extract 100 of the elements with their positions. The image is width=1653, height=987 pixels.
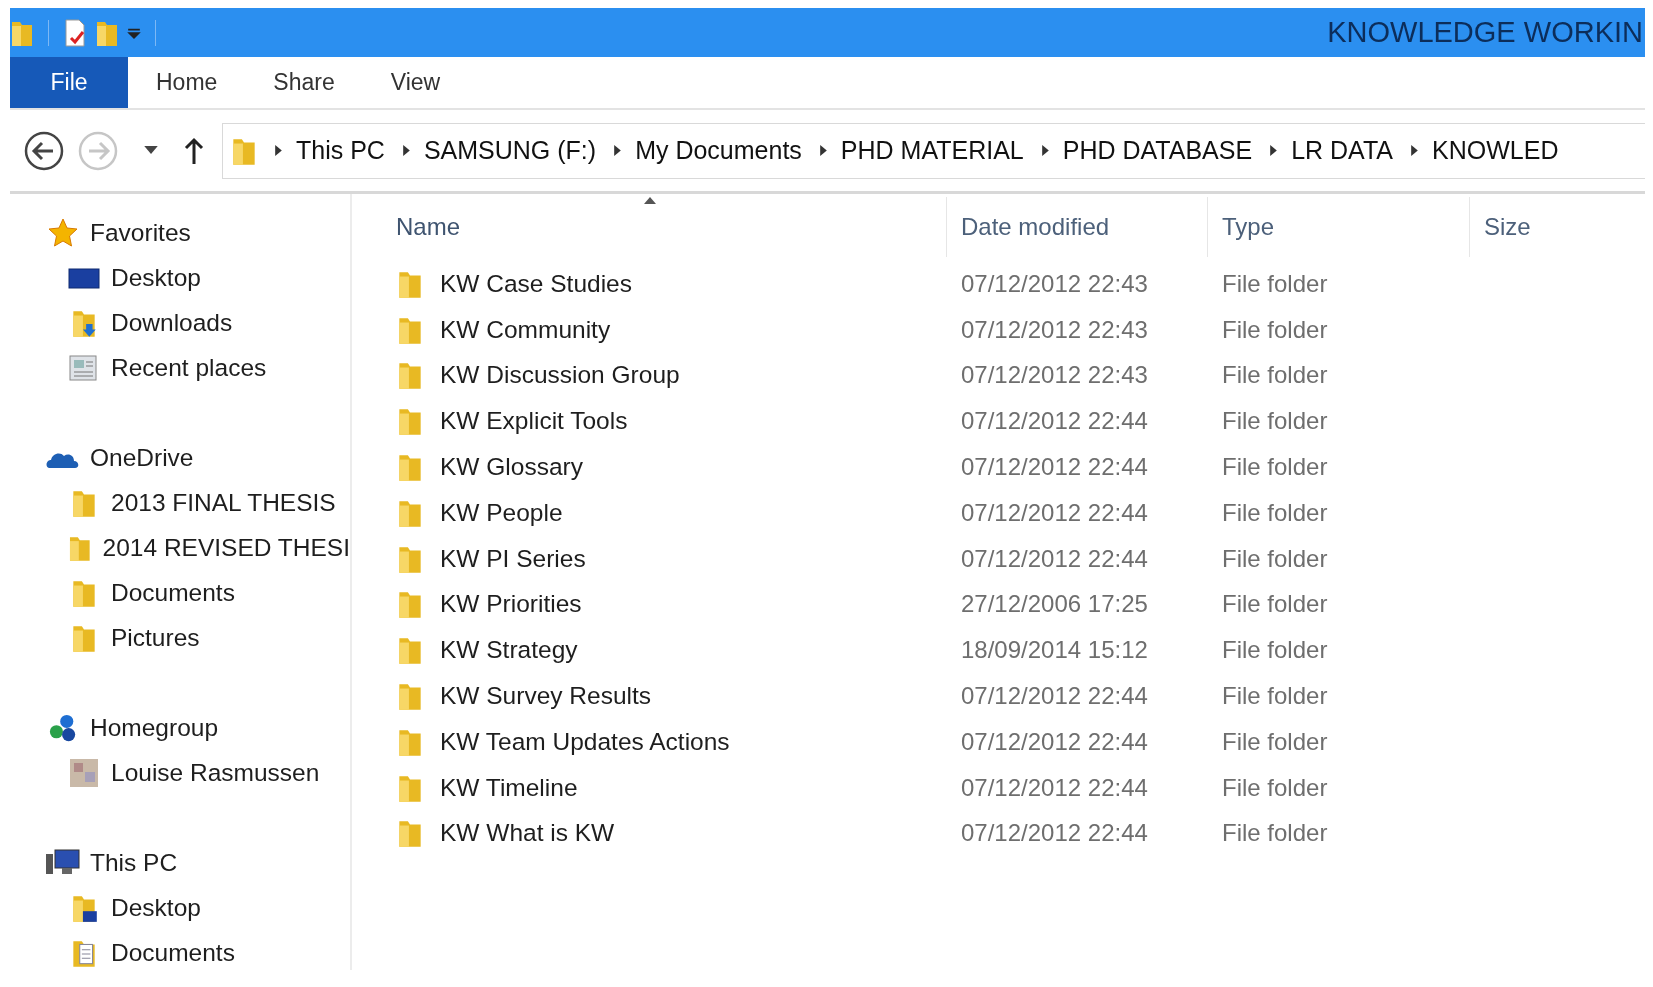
file-row[interactable]: KW Explicit Tools 07/12/2012 22:44 File folder (382, 398, 1645, 445)
file-name: KW Discussion Group (440, 361, 680, 390)
file-row[interactable]: KW Community 07/12/2012 22:43 File folder (382, 306, 1645, 353)
file-row[interactable]: KW Survey Results 07/12/2012 22:44 File folder (382, 673, 1645, 719)
file-row[interactable]: KW Priorities 27/12/2006 17:25 File folder (382, 581, 1645, 628)
sidebar-item[interactable]: Desktop (10, 255, 350, 300)
sidebar-item-label: Desktop (111, 893, 201, 922)
file-type: File folder (1221, 819, 1329, 848)
file-type: File folder (1221, 590, 1329, 619)
chevron-icon[interactable] (1411, 145, 1419, 156)
file-row[interactable]: KW Glossary 07/12/2012 22:44 File folder (382, 444, 1645, 490)
star-icon (46, 217, 80, 248)
date-modified: 18/09/2014 15:12 (960, 636, 1149, 665)
date-modified: 07/12/2012 22:44 (960, 407, 1149, 436)
up-arrow-icon[interactable] (184, 136, 204, 165)
window-title: KNOWLEDGE WORKIN (1327, 16, 1643, 49)
file-name: KW Glossary (440, 453, 583, 482)
file-name: KW Survey Results (440, 682, 652, 711)
breadcrumb[interactable]: PHD MATERIAL (840, 136, 1024, 165)
date-modified: 07/12/2012 22:44 (960, 544, 1149, 573)
file-row[interactable]: KW Case Studies 07/12/2012 22:43 File folder (382, 261, 1645, 307)
address-bar[interactable]: This PC SAMSUNG (F:) My Documents PHD MATERIAL PHD DATABASE LR DATA KNOWLED (222, 122, 1645, 179)
file-row[interactable]: KW PI Series 07/12/2012 22:44 File folder (382, 535, 1645, 582)
chevron-icon[interactable] (1041, 145, 1049, 156)
sidebar-group-label: OneDrive (90, 443, 194, 472)
ribbon-tab[interactable]: View (362, 57, 469, 108)
sidebar-item-label: 2014 REVISED THESI (102, 533, 350, 562)
file-row[interactable]: KW People 07/12/2012 22:44 File folder (382, 490, 1645, 536)
sidebar-item[interactable]: Documents (10, 930, 350, 975)
date-modified: 07/12/2012 22:44 (960, 773, 1149, 802)
sort-arrow-icon (644, 197, 656, 204)
sidebar-item-label: Downloads (111, 308, 233, 337)
chevron-icon[interactable] (614, 145, 622, 156)
column-header[interactable]: Size (1470, 197, 1620, 257)
back-icon[interactable] (24, 130, 64, 171)
file-type: File folder (1221, 453, 1329, 482)
file-name: KW What is KW (440, 819, 615, 848)
sidebar-group[interactable]: Homegroup (10, 705, 350, 750)
sidebar-item-label: Desktop (111, 263, 201, 292)
breadcrumb[interactable]: KNOWLED (1432, 136, 1559, 165)
sidebar-item[interactable]: Recent places (10, 345, 350, 390)
sidebar-group-label: This PC (90, 848, 178, 877)
breadcrumb[interactable]: This PC (296, 136, 385, 165)
breadcrumb[interactable]: LR DATA (1291, 136, 1394, 165)
column-header[interactable]: Date modified (947, 197, 1208, 257)
date-modified: 07/12/2012 22:44 (960, 498, 1149, 527)
sidebar-item[interactable]: Documents (10, 570, 350, 615)
breadcrumb[interactable]: My Documents (635, 136, 802, 165)
column-header[interactable]: Name (382, 197, 947, 257)
sidebar-item[interactable]: 2014 REVISED THESI (10, 525, 350, 570)
sidebar-item[interactable]: Desktop (10, 885, 350, 930)
file-type: File folder (1221, 773, 1329, 802)
file-type: File folder (1221, 682, 1329, 711)
file-row[interactable]: KW Strategy 18/09/2014 15:12 File folder (382, 627, 1645, 674)
file-name: KW Team Updates Actions (440, 727, 730, 756)
sidebar-group[interactable]: Favorites (10, 210, 350, 255)
file-row[interactable]: KW Team Updates Actions 07/12/2012 22:44 File folder (382, 718, 1645, 765)
column-header[interactable]: Type (1208, 197, 1470, 257)
file-type: File folder (1221, 636, 1329, 665)
file-name: KW Case Studies (440, 269, 632, 298)
file-name: KW People (440, 498, 563, 527)
sidebar-group[interactable]: This PC (10, 840, 350, 885)
breadcrumb[interactable]: SAMSUNG (F:) (423, 136, 597, 165)
sidebar-item[interactable]: Downloads (10, 300, 350, 345)
file-type: File folder (1221, 407, 1329, 436)
chevron-icon[interactable] (819, 145, 827, 156)
sidebar-item[interactable]: Pictures (10, 615, 350, 660)
file-row[interactable]: KW What is KW 07/12/2012 22:44 File folder (382, 810, 1645, 857)
sidebar-item-label: 2013 FINAL THESIS (111, 488, 336, 517)
file-name: KW PI Series (440, 544, 586, 573)
chevron-icon[interactable] (402, 145, 410, 156)
file-name: KW Timeline (440, 773, 578, 802)
file-row[interactable]: KW Discussion Group 07/12/2012 22:43 File folder (382, 352, 1645, 399)
sidebar-item[interactable]: Louise Rasmussen (10, 750, 350, 795)
sidebar-item-label: Louise Rasmussen (111, 758, 320, 787)
breadcrumb[interactable]: PHD DATABASE (1062, 136, 1253, 165)
chevron-icon[interactable] (275, 145, 282, 156)
file-row[interactable]: KW Timeline 07/12/2012 22:44 File folder (382, 764, 1645, 811)
sidebar-group-label: Favorites (90, 218, 191, 247)
sidebar-item-label: Documents (111, 578, 235, 607)
sidebar-item-label: Recent places (111, 353, 267, 382)
properties-icon[interactable] (63, 17, 87, 48)
chevron-icon[interactable] (1270, 145, 1278, 156)
date-modified: 07/12/2012 22:44 (960, 819, 1149, 848)
file-type: File folder (1221, 727, 1329, 756)
sidebar-item[interactable]: 2013 FINAL THESIS (10, 480, 350, 525)
sidebar-item-label: Documents (111, 938, 235, 967)
date-modified: 07/12/2012 22:44 (960, 453, 1149, 482)
ribbon-tab[interactable]: Share (245, 57, 363, 108)
date-modified: 27/12/2006 17:25 (960, 590, 1149, 619)
date-modified: 07/12/2012 22:43 (960, 315, 1149, 344)
ribbon-tab[interactable]: Home (128, 57, 246, 108)
file-type: File folder (1221, 498, 1329, 527)
date-modified: 07/12/2012 22:44 (960, 682, 1149, 711)
date-modified: 07/12/2012 22:43 (960, 361, 1149, 390)
user-picture-icon (68, 756, 100, 789)
file-name: KW Community (440, 315, 611, 344)
caret-icon[interactable] (144, 146, 158, 155)
file-type: File folder (1221, 315, 1329, 344)
sidebar-group[interactable]: OneDrive (10, 435, 350, 480)
